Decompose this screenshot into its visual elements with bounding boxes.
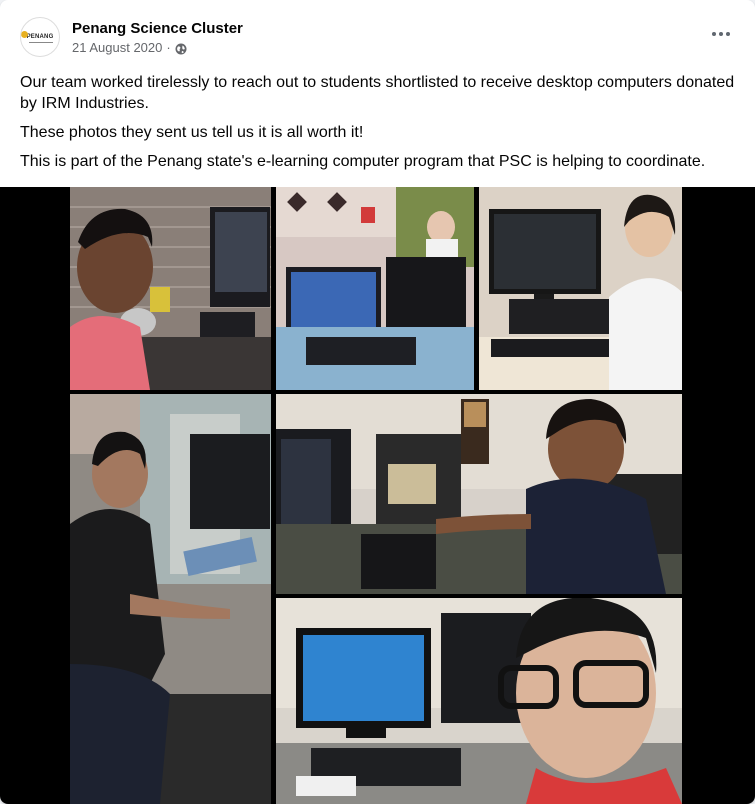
photo-boy-typing[interactable]	[70, 394, 271, 804]
photo-girl-glasses-desk[interactable]	[479, 187, 682, 390]
post-header: PENANG Penang Science Cluster 21 August …	[20, 17, 243, 57]
page-avatar[interactable]: PENANG	[20, 17, 60, 57]
photo-boy-brick-wall[interactable]	[70, 187, 271, 390]
photo-girl-room-monitor[interactable]	[276, 187, 474, 390]
photo-girl-smiling-keyboard[interactable]	[276, 394, 682, 594]
avatar-logo-underline	[29, 42, 53, 43]
post-paragraph-3: This is part of the Penang state's e-lea…	[20, 153, 706, 170]
avatar-logo-text: PENANG	[21, 31, 54, 40]
globe-icon[interactable]	[175, 42, 187, 55]
page-name-link[interactable]: Penang Science Cluster	[72, 19, 243, 38]
more-options-icon[interactable]	[709, 28, 733, 40]
post-paragraph-2: These photos they sent us tell us it is …	[20, 124, 364, 141]
post-date-link[interactable]: 21 August 2020	[72, 39, 162, 57]
date-separator: ·	[166, 40, 171, 55]
post-text: Our team worked tirelessly to reach out …	[20, 72, 740, 180]
post-card: PENANG Penang Science Cluster 21 August …	[0, 0, 755, 804]
post-date-row: 21 August 2020 ·	[72, 39, 243, 57]
photo-collage[interactable]	[0, 187, 755, 804]
photo-boy-glasses-closeup[interactable]	[276, 598, 682, 804]
post-meta: Penang Science Cluster 21 August 2020 ·	[72, 17, 243, 57]
post-paragraph-1: Our team worked tirelessly to reach out …	[20, 74, 735, 112]
